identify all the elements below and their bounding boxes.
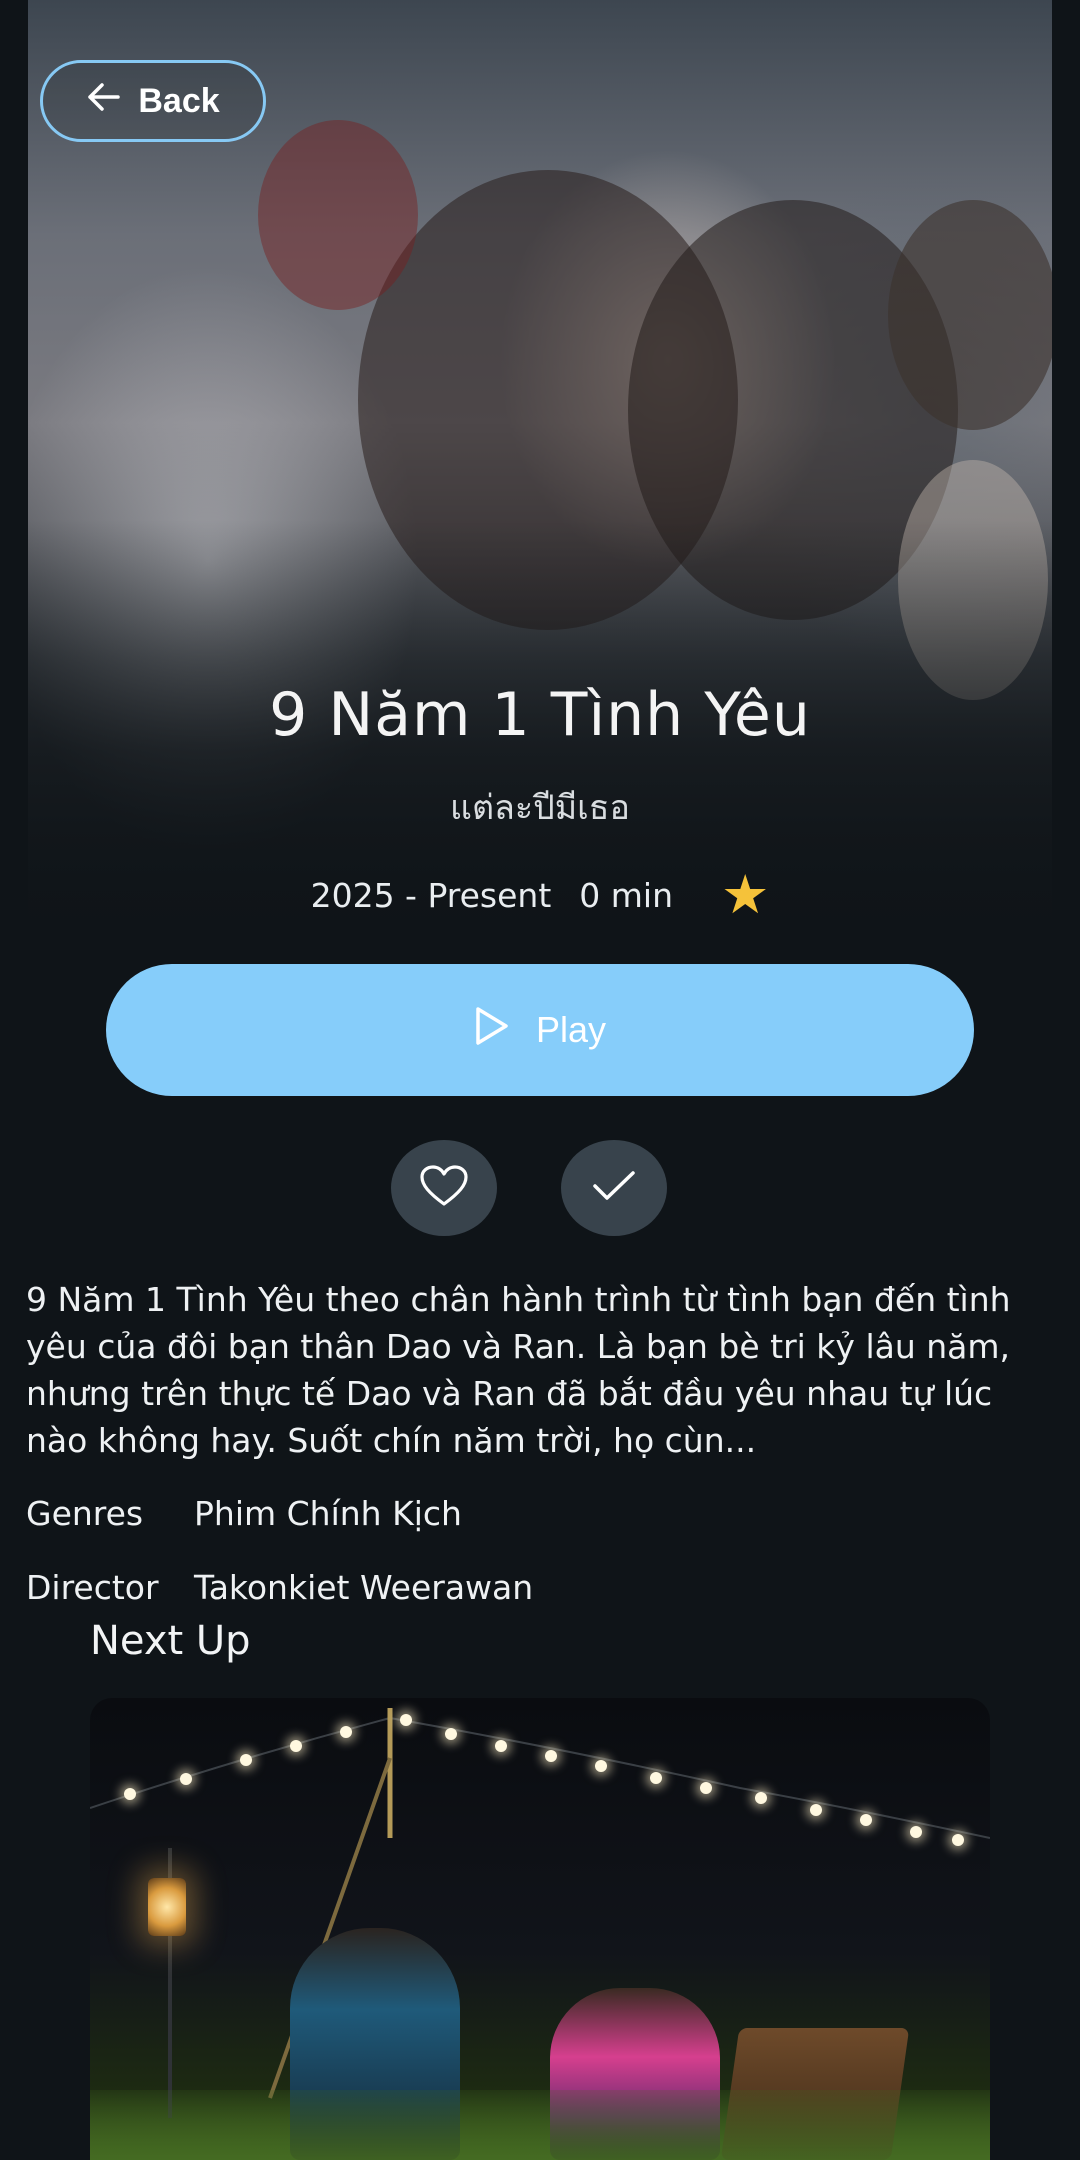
play-icon <box>474 1006 510 1055</box>
next-up-heading: Next Up <box>90 1618 251 1664</box>
director-label: Director <box>26 1568 159 1607</box>
next-up-episode-thumbnail[interactable] <box>90 1698 990 2160</box>
show-title: 9 Năm 1 Tình Yêu <box>269 680 811 750</box>
poster-figure <box>888 200 1052 430</box>
favorite-button[interactable] <box>391 1140 497 1236</box>
arrow-left-icon <box>86 82 121 121</box>
back-button-label: Back <box>138 81 220 120</box>
show-meta: 2025 - Present 0 min ★ <box>0 868 1080 922</box>
star-icon: ★ <box>720 863 770 926</box>
watched-button[interactable] <box>561 1140 667 1236</box>
original-title: แต่ละปีมีเธอ <box>450 788 630 828</box>
play-button[interactable]: Play <box>106 964 974 1096</box>
back-button[interactable]: Back <box>40 60 266 142</box>
show-description: 9 Năm 1 Tình Yêu theo chân hành trình từ… <box>26 1280 1011 1460</box>
director-value: Takonkiet Weerawan <box>194 1568 534 1607</box>
play-button-label: Play <box>535 1009 607 1050</box>
poster-figure <box>258 120 418 310</box>
genres-label: Genres <box>26 1494 144 1533</box>
duration: 0 min <box>579 875 673 915</box>
heart-icon <box>419 1164 469 1212</box>
genres-value: Phim Chính Kịch <box>194 1494 462 1533</box>
director-row: Director Takonkiet Weerawan <box>26 1568 533 1607</box>
grass <box>90 2090 990 2160</box>
lantern <box>148 1878 186 1936</box>
show-detail-screen: Back 9 Năm 1 Tình Yêu แต่ละปีมีเธอ 2025 … <box>0 0 1080 2160</box>
year-range: 2025 - Present <box>310 875 552 915</box>
check-icon <box>592 1169 636 1207</box>
genres-row: Genres Phim Chính Kịch <box>26 1494 462 1533</box>
